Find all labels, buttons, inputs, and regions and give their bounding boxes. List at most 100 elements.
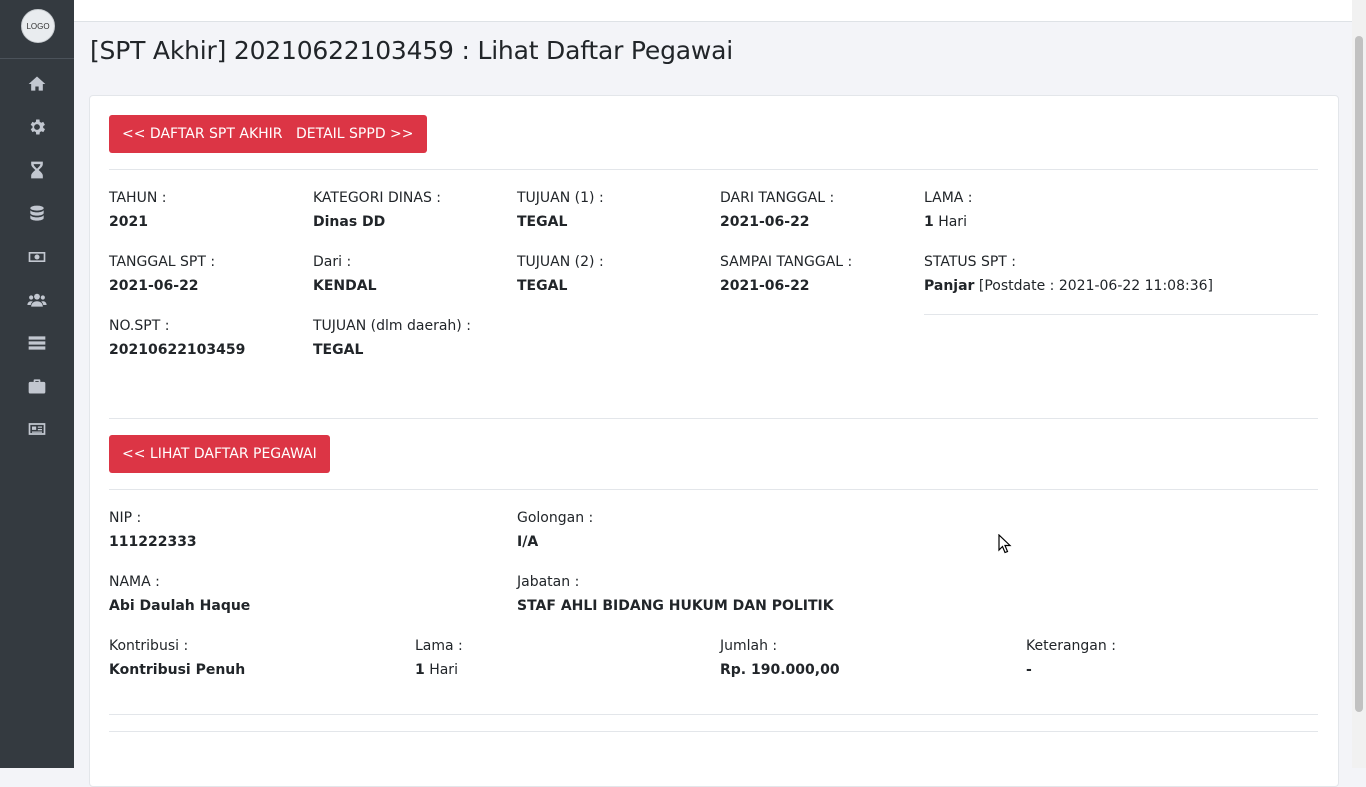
field-kontribusi: Kontribusi : Kontribusi Penuh — [109, 634, 245, 682]
field-value: 2021-06-22 — [720, 278, 810, 294]
field-label: Keterangan : — [1026, 638, 1116, 654]
divider — [109, 489, 1318, 490]
field-sampai-tanggal: SAMPAI TANGGAL : 2021-06-22 — [720, 250, 852, 298]
nav-newspaper[interactable] — [0, 409, 74, 449]
field-tahun: TAHUN : 2021 — [109, 186, 166, 234]
field-label: TAHUN : — [109, 190, 167, 206]
divider — [109, 714, 1318, 715]
detail-sppd-button[interactable]: DETAIL SPPD >> — [283, 115, 427, 153]
field-label: Jumlah : — [720, 638, 778, 654]
lama-number: 1 — [924, 214, 934, 230]
field-tanggal-spt: TANGGAL SPT : 2021-06-22 — [109, 250, 215, 298]
field-dari: Dari : KENDAL — [313, 250, 377, 298]
lama-unit: Hari — [933, 214, 967, 230]
field-lama: LAMA : 1 Hari — [924, 186, 973, 234]
sidebar-divider — [0, 58, 74, 59]
field-label: TANGGAL SPT : — [109, 254, 216, 270]
field-value: 1 Hari — [924, 210, 973, 234]
users-icon — [27, 293, 47, 307]
field-value: Panjar [Postdate : 2021-06-22 11:08:36] — [924, 274, 1213, 298]
newspaper-icon — [28, 423, 46, 435]
field-value: 2021-06-22 — [720, 214, 810, 230]
status-value: Panjar — [924, 278, 975, 294]
nav-hourglass[interactable] — [0, 150, 74, 190]
field-tujuan-2: TUJUAN (2) : TEGAL — [517, 250, 604, 298]
field-value: TEGAL — [517, 214, 568, 230]
field-value: STAF AHLI BIDANG HUKUM DAN POLITIK — [517, 598, 834, 614]
divider — [109, 169, 1318, 170]
field-label: Lama : — [415, 638, 463, 654]
lihat-daftar-pegawai-button[interactable]: << LIHAT DAFTAR PEGAWAI — [109, 435, 330, 473]
mouse-cursor-icon — [998, 534, 1012, 554]
field-value: 2021-06-22 — [109, 278, 199, 294]
logo[interactable]: LOGO — [21, 9, 55, 43]
server-icon — [28, 336, 46, 350]
field-lama-pegawai: Lama : 1 Hari — [415, 634, 463, 682]
field-label: NIP : — [109, 510, 142, 526]
scrollbar-thumb[interactable] — [1355, 36, 1363, 712]
field-label: Jabatan : — [517, 574, 580, 590]
divider — [924, 314, 1318, 315]
scrollbar[interactable] — [1352, 0, 1366, 768]
logo-text: LOGO — [26, 21, 50, 31]
database-icon — [30, 205, 44, 221]
nav-database[interactable] — [0, 194, 74, 234]
field-dari-tanggal: DARI TANGGAL : 2021-06-22 — [720, 186, 834, 234]
field-label: TUJUAN (dlm daerah) : — [313, 318, 471, 334]
field-value: 111222333 — [109, 534, 197, 550]
page-title: [SPT Akhir] 20210622103459 : Lihat Dafta… — [90, 36, 733, 65]
nav-briefcase[interactable] — [0, 366, 74, 406]
field-no-spt: NO.SPT : 20210622103459 — [109, 314, 245, 362]
hourglass-icon — [31, 161, 43, 179]
nav-settings[interactable] — [0, 107, 74, 147]
briefcase-icon — [28, 379, 46, 394]
field-label: SAMPAI TANGGAL : — [720, 254, 853, 270]
nav-users[interactable] — [0, 280, 74, 320]
topbar — [74, 0, 1352, 22]
field-nama: NAMA : Abi Daulah Haque — [109, 570, 250, 618]
field-jabatan: Jabatan : STAF AHLI BIDANG HUKUM DAN POL… — [517, 570, 834, 618]
field-label: TUJUAN (1) : — [517, 190, 604, 206]
field-label: DARI TANGGAL : — [720, 190, 835, 206]
nav-home[interactable] — [0, 64, 74, 104]
field-golongan: Golongan : I/A — [517, 506, 593, 554]
field-value: KENDAL — [313, 278, 377, 294]
sidebar: LOGO — [0, 0, 74, 768]
field-label: NO.SPT : — [109, 318, 170, 334]
nav-server[interactable] — [0, 323, 74, 363]
status-postdate: [Postdate : 2021-06-22 11:08:36] — [974, 278, 1213, 294]
field-value: 1 Hari — [415, 658, 463, 682]
field-label: TUJUAN (2) : — [517, 254, 604, 270]
home-icon — [28, 76, 46, 91]
field-tujuan-dlm-daerah: TUJUAN (dlm daerah) : TEGAL — [313, 314, 471, 362]
field-value: TEGAL — [313, 342, 364, 358]
field-value: 2021 — [109, 214, 148, 230]
field-label: Golongan : — [517, 510, 594, 526]
field-nip: NIP : 111222333 — [109, 506, 197, 554]
divider — [109, 418, 1318, 419]
field-label: Kontribusi : — [109, 638, 189, 654]
field-jumlah: Jumlah : Rp. 190.000,00 — [720, 634, 840, 682]
field-tujuan-1: TUJUAN (1) : TEGAL — [517, 186, 604, 234]
field-label: LAMA : — [924, 190, 973, 206]
field-value: TEGAL — [517, 278, 568, 294]
lama-unit: Hari — [424, 662, 458, 678]
field-value: 20210622103459 — [109, 342, 246, 358]
lama-number: 1 — [415, 662, 425, 678]
field-value: I/A — [517, 534, 539, 550]
field-kategori-dinas: KATEGORI DINAS : Dinas DD — [313, 186, 441, 234]
field-label: STATUS SPT : — [924, 254, 1017, 270]
divider — [109, 731, 1318, 732]
field-keterangan: Keterangan : - — [1026, 634, 1116, 682]
field-status-spt: STATUS SPT : Panjar [Postdate : 2021-06-… — [924, 250, 1213, 298]
nav-money[interactable] — [0, 237, 74, 277]
gear-icon — [30, 119, 45, 135]
daftar-spt-akhir-button[interactable]: << DAFTAR SPT AKHIR — [109, 115, 296, 153]
field-value: Rp. 190.000,00 — [720, 662, 840, 678]
field-value: Abi Daulah Haque — [109, 598, 251, 614]
field-label: Dari : — [313, 254, 352, 270]
field-label: KATEGORI DINAS : — [313, 190, 442, 206]
field-value: Kontribusi Penuh — [109, 662, 246, 678]
money-icon — [28, 252, 46, 262]
field-label: NAMA : — [109, 574, 160, 590]
